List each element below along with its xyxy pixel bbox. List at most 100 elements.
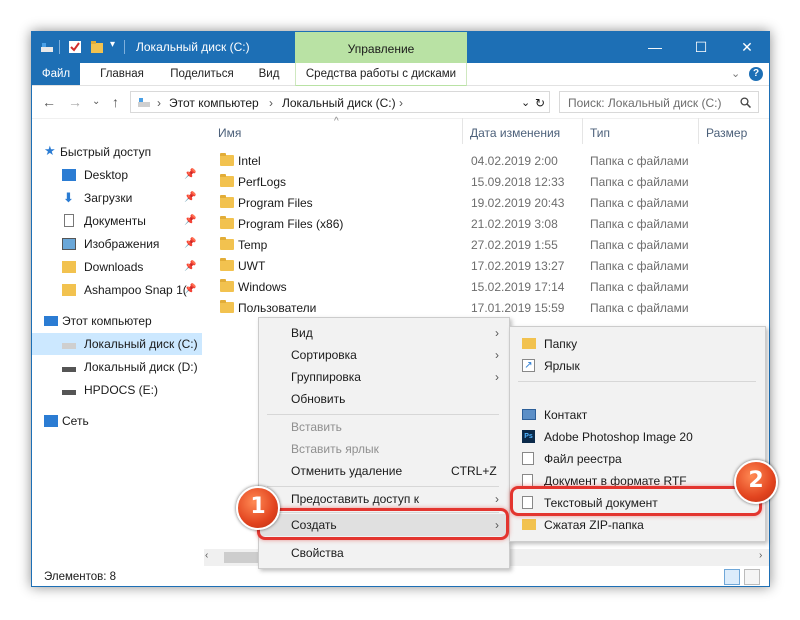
drive-icon [62,343,76,349]
menu-item-undo-delete[interactable]: Отменить удаление CTRL+Z [259,460,507,482]
column-name[interactable]: Имя [218,126,241,140]
menu-item-label: Контакт [544,408,588,422]
search-box[interactable]: Поиск: Локальный диск (C:) [559,91,759,113]
menu-separator [518,381,756,382]
menu-item-label: Сжатая ZIP-папка [544,518,644,532]
folder-icon [220,153,234,166]
table-row[interactable]: Пользователи 17.01.2019 15:59 Папка с фа… [204,298,764,318]
table-row[interactable]: Program Files 19.02.2019 20:43 Папка с ф… [204,193,764,213]
sidebar-item-desktop[interactable]: Desktop 📌 [32,164,202,186]
menu-item-refresh[interactable]: Обновить [259,388,507,410]
sidebar-item-label: Ashampoo Snap 1( [84,283,187,297]
column-separator[interactable] [582,118,583,144]
close-button[interactable]: ✕ [724,32,769,63]
refresh-icon[interactable]: ↻ [535,96,545,110]
tab-view[interactable]: Вид [250,63,288,85]
sidebar-item-downloads-folder[interactable]: Downloads 📌 [32,256,202,278]
new-folder-icon[interactable] [90,40,104,54]
submenu-arrow-icon: › [495,370,499,384]
submenu-item-shortcut[interactable]: ↗ Ярлык [510,355,763,377]
search-icon[interactable] [740,97,751,108]
submenu-item-zip[interactable]: Сжатая ZIP-папка [510,514,763,536]
menu-item-give-access[interactable]: Предоставить доступ к › [259,488,507,510]
file-date: 27.02.2019 1:55 [471,238,558,252]
file-type: Папка с файлами [590,217,689,231]
sidebar-item-downloads[interactable]: ⬇ Загрузки 📌 [32,187,202,209]
breadcrumb-local-disk[interactable]: Локальный диск (C:) [282,96,396,110]
column-separator[interactable] [462,118,463,144]
sidebar-item-ashampoo[interactable]: Ashampoo Snap 1( 📌 [32,279,202,301]
pin-icon: 📌 [184,238,197,249]
download-icon: ⬇ [63,190,74,205]
details-view-icon[interactable] [724,569,740,585]
menu-item-view[interactable]: Вид › [259,322,507,344]
tab-share[interactable]: Поделиться [162,63,242,85]
file-date: 17.02.2019 13:27 [471,259,565,273]
file-name: PerfLogs [238,175,287,189]
address-bar[interactable]: › Этот компьютер › Локальный диск (C:) ›… [130,91,550,113]
table-row[interactable]: PerfLogs 15.09.2018 12:33 Папка с файлам… [204,172,764,192]
sidebar-item-this-pc[interactable]: Этот компьютер [32,310,202,332]
sidebar-item-documents[interactable]: Документы 📌 [32,210,202,232]
back-arrow-icon[interactable]: ← [42,94,56,110]
submenu-item-folder[interactable]: Папку [510,333,763,355]
recent-dropdown-icon[interactable]: ⌄ [92,96,100,107]
submenu-item-registry[interactable]: Файл реестра [510,448,763,470]
sidebar-item-images[interactable]: Изображения 📌 [32,233,202,255]
sidebar-item-hpdocs[interactable]: HPDOCS (E:) [32,379,202,401]
context-tab-manage[interactable]: Управление [295,32,467,63]
folder-icon [522,338,536,349]
menu-item-sort[interactable]: Сортировка › [259,344,507,366]
forward-arrow-icon[interactable]: → [68,94,82,110]
breadcrumb-separator: › [269,96,273,110]
address-dropdown-icon[interactable]: ⌄ [521,96,530,109]
ribbon-tabs: Файл Главная Поделиться Вид Средства раб… [32,63,769,86]
contact-icon [522,409,536,420]
table-row[interactable]: UWT 17.02.2019 13:27 Папка с файлами [204,256,764,276]
column-size[interactable]: Размер [706,126,747,140]
expand-ribbon-icon[interactable]: ⌄ [731,67,740,80]
table-row[interactable]: Windows 15.02.2019 17:14 Папка с файлами [204,277,764,297]
maximize-button[interactable]: ☐ [678,32,724,63]
submenu-item-contact[interactable]: Контакт [510,404,763,426]
step-badge-1: 1 [236,486,280,530]
tab-file[interactable]: Файл [32,63,80,85]
column-type[interactable]: Тип [590,126,610,140]
table-row[interactable]: Program Files (x86) 21.02.2019 3:08 Папк… [204,214,764,234]
up-arrow-icon[interactable]: ↑ [112,94,119,110]
column-separator[interactable] [698,118,699,144]
menu-item-properties[interactable]: Свойства [259,542,507,564]
sidebar-item-network[interactable]: Сеть [32,410,202,432]
folder-icon [220,300,234,313]
pin-icon: 📌 [184,169,197,180]
large-icons-view-icon[interactable] [744,569,760,585]
sidebar-item-local-disk-d[interactable]: Локальный диск (D:) [32,356,202,378]
sidebar-item-quick-access[interactable]: ★ Быстрый доступ [32,141,202,163]
menu-item-label: Свойства [291,546,344,560]
help-icon[interactable]: ? [749,67,763,81]
properties-icon[interactable] [68,40,82,54]
scroll-left-icon[interactable]: ‹ [205,550,208,561]
submenu-item-photoshop[interactable]: Ps Adobe Photoshop Image 20 [510,426,763,448]
menu-item-label: Файл реестра [544,452,622,466]
quick-access-dropdown-icon[interactable]: ▾ [110,39,115,50]
sidebar-item-local-disk-c[interactable]: Локальный диск (C:) [32,333,202,355]
file-name: UWT [238,259,266,273]
minimize-button[interactable]: — [632,32,678,63]
folder-icon [220,174,234,187]
table-row[interactable]: Temp 27.02.2019 1:55 Папка с файлами [204,235,764,255]
file-type: Папка с файлами [590,238,689,252]
file-name: Intel [238,154,261,168]
menu-item-label: Группировка [291,370,361,384]
tab-home[interactable]: Главная [90,63,154,85]
table-row[interactable]: Intel 04.02.2019 2:00 Папка с файлами [204,151,764,171]
pin-icon: 📌 [184,284,197,295]
column-date[interactable]: Дата изменения [470,126,560,140]
menu-item-group[interactable]: Группировка › [259,366,507,388]
submenu-arrow-icon: › [495,492,499,506]
folder-icon [62,284,76,296]
tab-drive-tools[interactable]: Средства работы с дисками [295,63,467,86]
scroll-right-icon[interactable]: › [759,550,762,561]
breadcrumb-this-pc[interactable]: Этот компьютер [169,96,259,110]
sort-arrow-icon: ^ [334,116,339,127]
